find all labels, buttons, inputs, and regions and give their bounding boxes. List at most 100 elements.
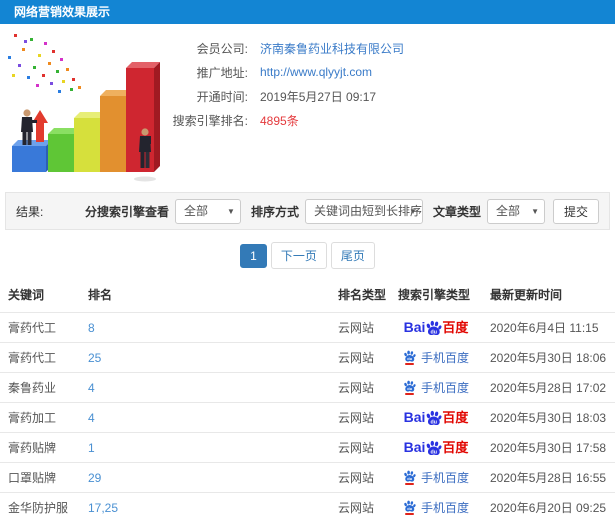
engine-filter-label: 分搜索引擎查看 xyxy=(84,204,169,219)
keyword-cell: 秦鲁药业 xyxy=(0,372,80,403)
keyword-cell: 金华防护服 xyxy=(0,492,80,520)
table-row: 膏药加工 4 云网站 Bai du 百度 2020年5月30日 18:03 xyxy=(0,402,615,433)
baidu-logo: Bai du 百度 xyxy=(404,319,469,336)
bar-chart-bars xyxy=(12,62,160,172)
baidu-logo: Bai du 百度 xyxy=(403,439,468,456)
table-body: 膏药代工 8 云网站 Bai du 百度 2020年6月4日 11:15 膏药代工 25… xyxy=(0,312,615,520)
svg-text:du: du xyxy=(431,329,437,335)
info-row: 会员公司: 济南秦鲁药业科技有限公司 xyxy=(162,36,615,60)
last-page-button[interactable]: 尾页 xyxy=(330,242,375,269)
businessman-left xyxy=(21,109,37,145)
rank-link[interactable]: 4 xyxy=(88,381,95,395)
growth-chart-illustration xyxy=(8,34,160,182)
table-row: 膏药代工 8 云网站 Bai du 百度 2020年6月4日 11:15 xyxy=(0,312,615,343)
rank-link[interactable]: 1 xyxy=(88,441,95,455)
promo-url-link[interactable]: http://www.qlyyjt.com xyxy=(260,65,372,79)
keyword-cell: 膏药代工 xyxy=(0,342,80,373)
baidu-paw-icon: du xyxy=(404,380,416,392)
rank-type-cell: 云网站 xyxy=(330,372,390,403)
chevron-down-icon: ▼ xyxy=(531,206,539,216)
rank-cell: 4 xyxy=(80,372,330,403)
baidu-paw-icon: du xyxy=(404,470,416,482)
updated-cell: 2020年5月30日 18:06 xyxy=(482,342,615,373)
mobile-baidu-logo: du 手机百度 xyxy=(403,379,469,396)
rank-link[interactable]: 17,25 xyxy=(88,501,118,515)
info-label: 开通时间: xyxy=(196,89,248,104)
column-header: 排名类型 xyxy=(338,288,387,302)
info-row: 搜索引擎排名: 4895条 xyxy=(162,108,615,132)
baidu-bai-text: Bai xyxy=(403,439,426,456)
baidu-paw-icon: du xyxy=(404,350,416,362)
up-arrow-icon xyxy=(32,110,48,142)
results-table: 关键词 排名 排名类型 搜索引擎类型 最新更新时间 膏药代工 8 云网站 Bai du 百度… xyxy=(0,277,615,520)
rank-type-cell: 云网站 xyxy=(330,402,390,433)
engine-cell: du 手机百度 xyxy=(390,492,482,520)
rank-link[interactable]: 29 xyxy=(88,471,101,485)
mobile-baidu-text: 手机百度 xyxy=(420,501,469,515)
rank-type-cell: 云网站 xyxy=(330,342,390,373)
rank-cell: 8 xyxy=(80,312,330,343)
rank-link[interactable]: 25 xyxy=(88,351,101,365)
submit-button[interactable]: 提交 xyxy=(552,198,599,224)
info-row: 开通时间: 2019年5月27日 09:17 xyxy=(162,84,615,108)
info-label: 推广地址: xyxy=(196,65,248,80)
engine-cell: Bai du 百度 xyxy=(390,402,482,433)
table-row: 秦鲁药业 4 云网站 du 手机百度 2020年5月28日 17:02 xyxy=(0,372,615,403)
rank-type-cell: 云网站 xyxy=(330,432,390,463)
updated-cell: 2020年6月20日 09:25 xyxy=(482,492,615,520)
rank-type-cell: 云网站 xyxy=(330,462,390,493)
member-company-link[interactable]: 济南秦鲁药业科技有限公司 xyxy=(260,40,404,57)
mobile-baidu-redbar xyxy=(404,363,414,366)
next-page-button[interactable]: 下一页 xyxy=(270,242,327,269)
pagination: 1 下一页 尾页 xyxy=(0,242,615,269)
engine-cell: Bai du 百度 xyxy=(390,312,482,343)
rank-cell: 25 xyxy=(80,342,330,373)
info-label: 搜索引擎排名: xyxy=(172,113,248,128)
baidu-cn-text: 百度 xyxy=(442,319,469,335)
page-button-1[interactable]: 1 xyxy=(240,244,267,268)
result-label: 结果: xyxy=(16,204,44,219)
updated-cell: 2020年5月30日 17:58 xyxy=(482,432,615,463)
sort-order-select[interactable]: 关键词由短到长排序 ▼ xyxy=(304,198,423,224)
confetti-dots xyxy=(8,34,81,93)
open-time-value: 2019年5月27日 09:17 xyxy=(260,89,377,104)
article-type-label: 文章类型 xyxy=(432,204,481,219)
rank-cell: 4 xyxy=(80,402,330,433)
mobile-baidu-logo: du 手机百度 xyxy=(403,499,469,516)
rank-link[interactable]: 4 xyxy=(88,411,95,425)
info-label: 会员公司: xyxy=(196,41,248,56)
svg-text:du: du xyxy=(407,506,412,511)
search-rank-count: 4895条 xyxy=(260,113,299,128)
baidu-paw-icon: du xyxy=(427,410,442,425)
rank-type-cell: 云网站 xyxy=(330,312,390,343)
rank-link[interactable]: 8 xyxy=(88,321,95,335)
mobile-baidu-icon: du xyxy=(403,380,416,396)
mobile-baidu-text: 手机百度 xyxy=(420,381,469,395)
keyword-cell: 膏药代工 xyxy=(0,312,80,343)
engine-filter-value: 全部 xyxy=(183,203,208,218)
svg-text:du: du xyxy=(407,386,412,391)
baidu-paw-icon: du xyxy=(427,440,442,455)
mobile-baidu-logo: du 手机百度 xyxy=(403,469,469,486)
svg-text:du: du xyxy=(407,356,412,361)
mobile-baidu-redbar xyxy=(404,513,414,516)
table-row: 膏药贴牌 1 云网站 Bai du 百度 2020年5月30日 17:58 xyxy=(0,432,615,463)
engine-filter-select[interactable]: 全部 ▼ xyxy=(174,198,241,224)
table-row: 金华防护服 17,25 云网站 du 手机百度 2020年6月20日 09:25 xyxy=(0,492,615,520)
chevron-down-icon: ▼ xyxy=(409,206,417,216)
rank-cell: 29 xyxy=(80,462,330,493)
updated-cell: 2020年5月28日 17:02 xyxy=(482,372,615,403)
baidu-bai-text: Bai xyxy=(403,409,426,426)
engine-cell: du 手机百度 xyxy=(390,372,482,403)
baidu-paw-icon: du xyxy=(404,500,416,512)
mobile-baidu-redbar xyxy=(404,483,414,486)
article-type-select[interactable]: 全部 ▼ xyxy=(486,198,545,224)
filter-bar: 结果: 分搜索引擎查看 全部 ▼ 排序方式 关键词由短到长排序 ▼ 文章类型 全… xyxy=(5,192,610,230)
engine-cell: du 手机百度 xyxy=(390,462,482,493)
baidu-paw-icon: du xyxy=(427,320,442,335)
mobile-baidu-icon: du xyxy=(403,350,416,366)
rank-type-cell: 云网站 xyxy=(330,492,390,520)
svg-text:du: du xyxy=(431,419,437,425)
info-row: 推广地址: http://www.qlyyjt.com xyxy=(162,60,615,84)
mobile-baidu-logo: du 手机百度 xyxy=(403,349,469,366)
